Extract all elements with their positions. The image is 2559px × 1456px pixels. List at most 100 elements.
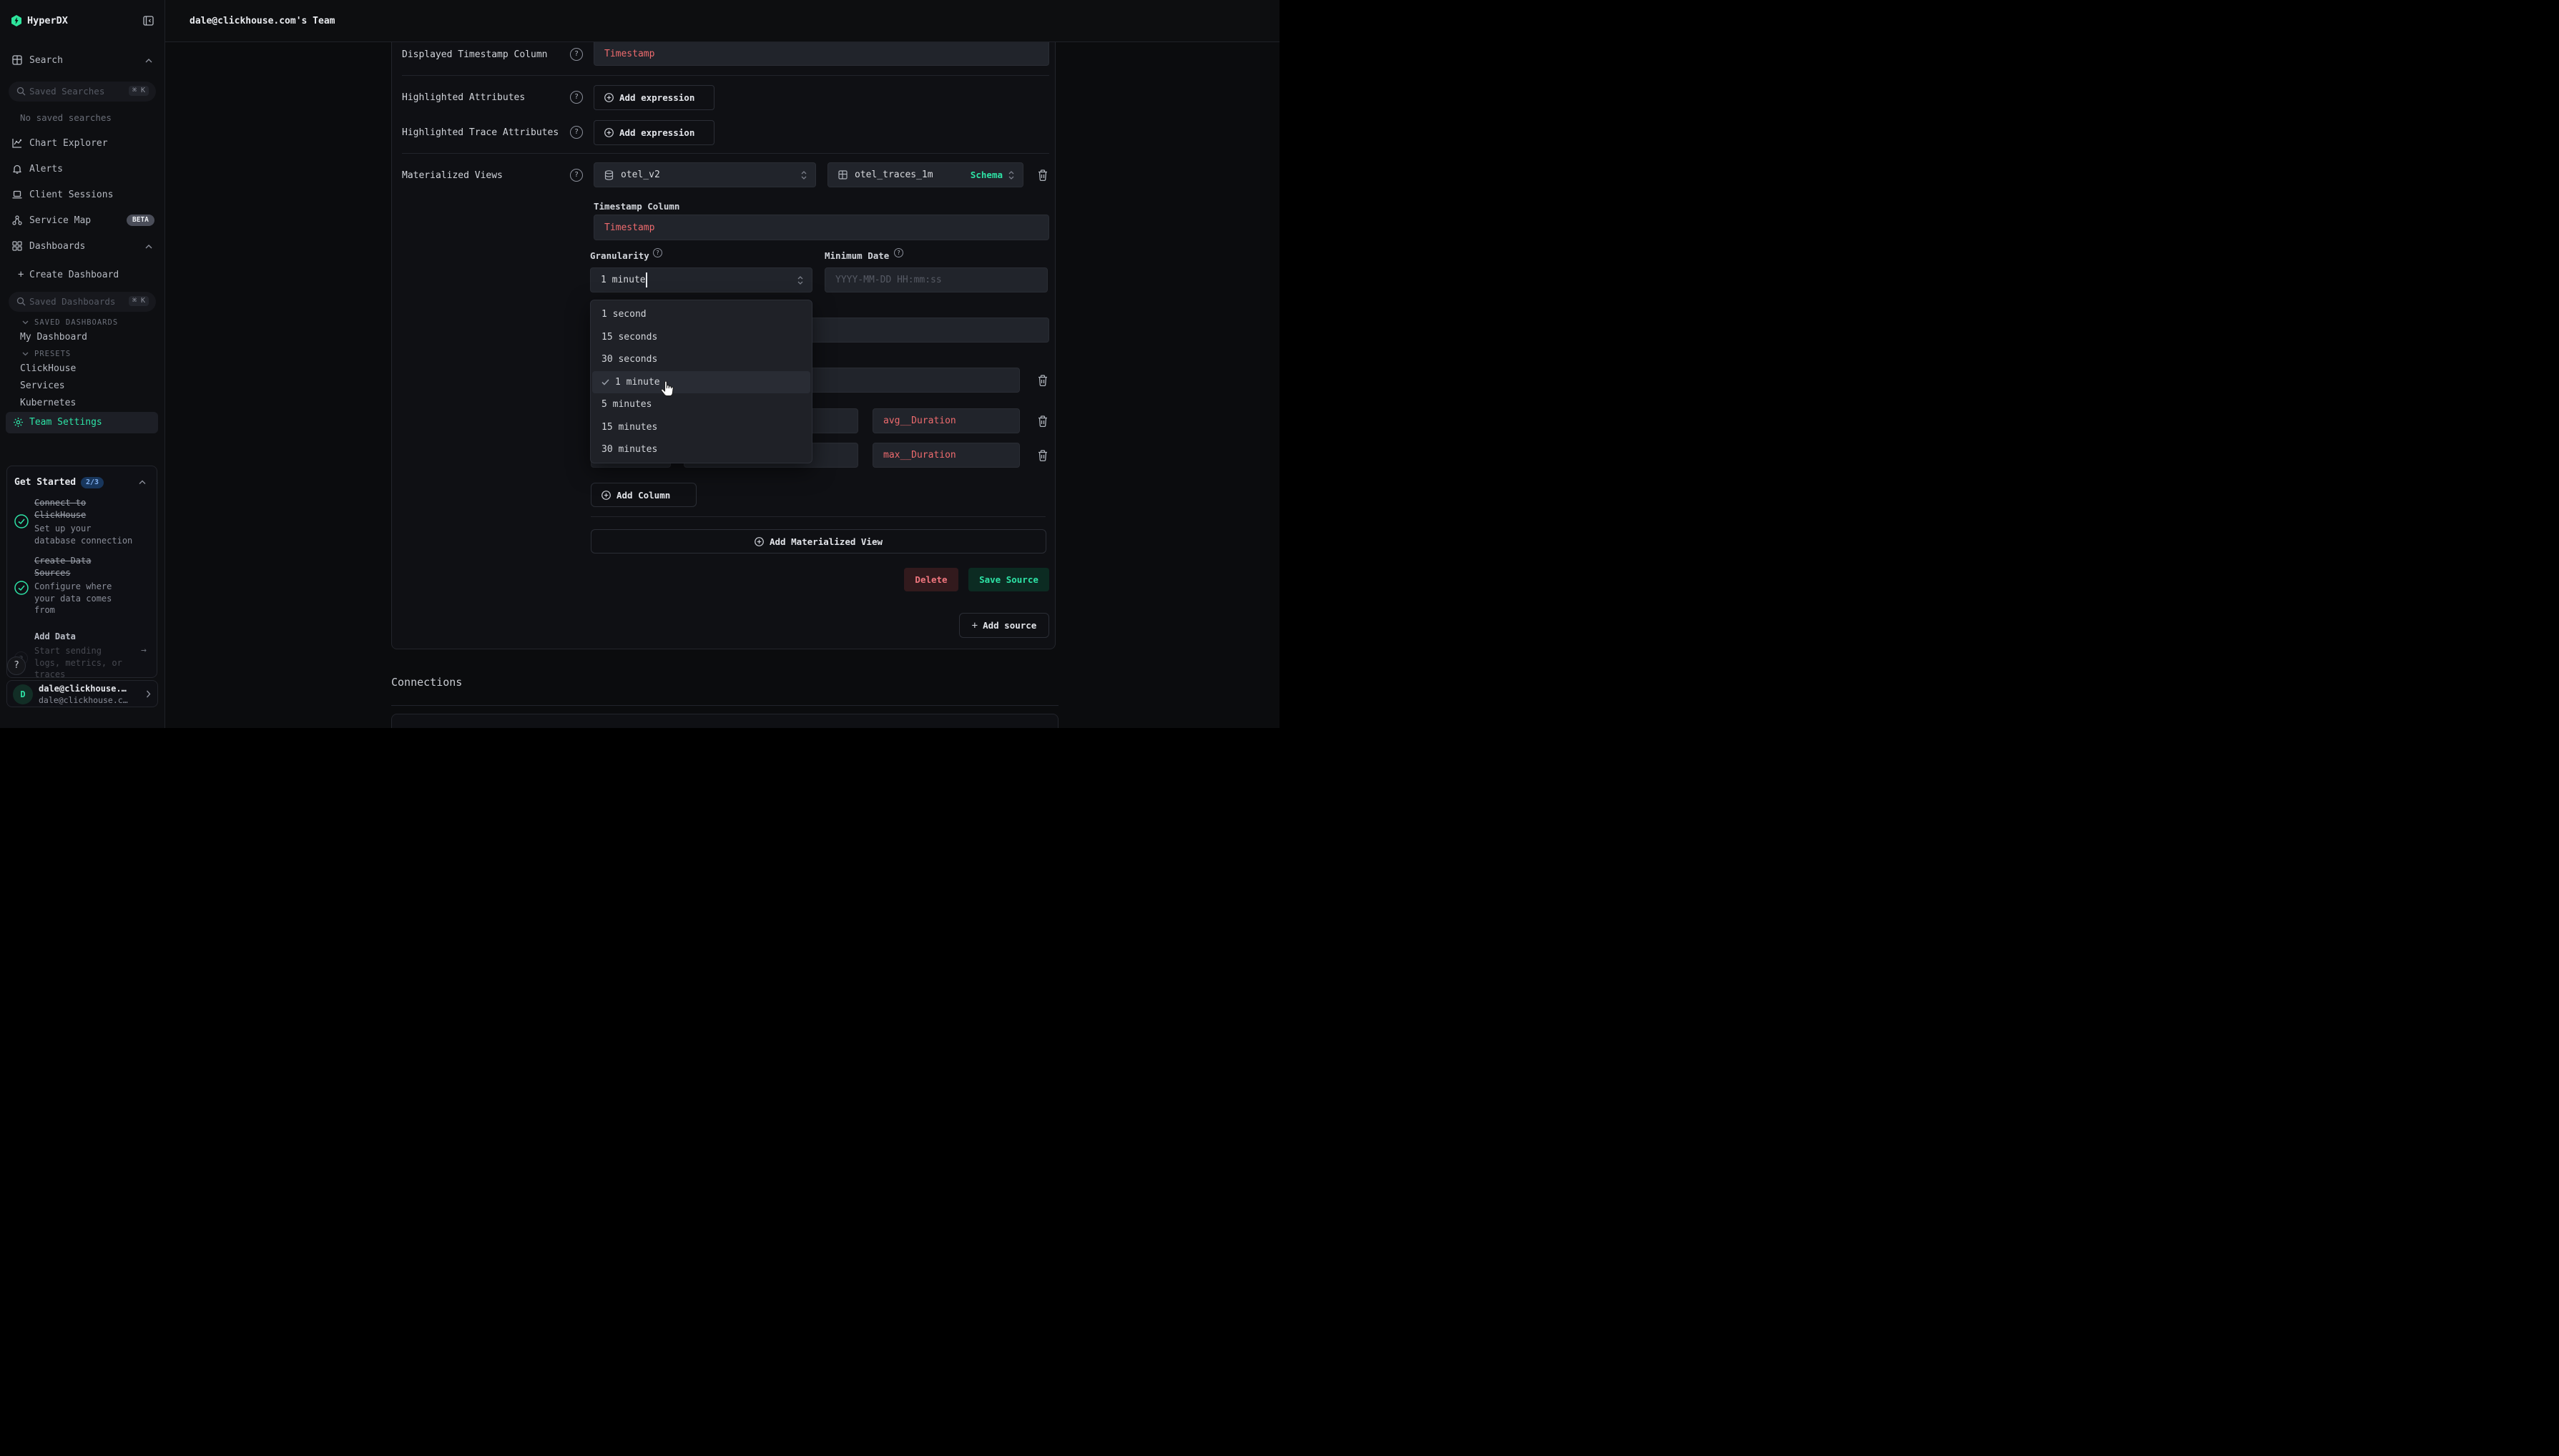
collapse-sidebar-icon[interactable] xyxy=(143,16,154,26)
sidebar-item-kubernetes[interactable]: Kubernetes xyxy=(20,398,76,408)
saved-dashboards-input[interactable]: Saved Dashboards ⌘ K xyxy=(9,292,156,312)
saved-searches-input[interactable]: Saved Searches ⌘ K xyxy=(9,82,156,102)
dropdown-option[interactable]: 15 seconds xyxy=(592,326,810,349)
progress-badge: 2/3 xyxy=(81,477,104,488)
chevron-up-icon[interactable] xyxy=(139,480,146,485)
granularity-select[interactable]: 1 minute xyxy=(590,267,812,292)
sidebar-item-alerts[interactable] xyxy=(0,159,165,179)
beta-badge: BETA xyxy=(127,215,154,226)
option-label: 30 seconds xyxy=(601,354,657,365)
add-source-button[interactable]: + Add source xyxy=(959,613,1049,638)
sidebar-item-label: Service Map xyxy=(29,215,91,226)
trash-icon[interactable] xyxy=(1037,449,1048,462)
divider xyxy=(402,153,1049,154)
check-circle-icon xyxy=(14,514,29,528)
mv-column-alias-input[interactable]: avg__Duration xyxy=(873,408,1020,433)
add-expression-button[interactable]: Add expression xyxy=(594,120,714,145)
displayed-timestamp-input[interactable]: Timestamp xyxy=(594,42,1049,66)
divider xyxy=(391,705,1059,706)
create-dashboard-label: Create Dashboard xyxy=(29,270,119,280)
dashboards-icon xyxy=(12,241,22,251)
bell-icon xyxy=(12,164,22,174)
trash-icon[interactable] xyxy=(1037,415,1048,428)
chevron-right-icon xyxy=(146,690,151,698)
saved-dashboards-placeholder: Saved Dashboards xyxy=(29,296,115,307)
field-label: Granularity xyxy=(590,250,649,261)
unfold-icon xyxy=(800,169,807,181)
help-icon[interactable]: ? xyxy=(653,248,662,257)
sidebar-item-label: Alerts xyxy=(29,164,63,174)
mv-view-select[interactable]: otel_v2 xyxy=(594,162,816,187)
table-icon xyxy=(12,55,22,65)
help-icon[interactable]: ? xyxy=(570,126,583,139)
help-icon[interactable]: ? xyxy=(570,48,583,61)
search-icon xyxy=(16,297,26,306)
dropdown-option[interactable]: 5 minutes xyxy=(592,393,810,416)
no-saved-searches-text: No saved searches xyxy=(20,112,112,123)
trash-icon[interactable] xyxy=(1037,169,1048,182)
delete-button[interactable]: Delete xyxy=(904,568,958,591)
sidebar-item-clickhouse[interactable]: ClickHouse xyxy=(20,363,76,374)
user-menu[interactable]: D dale@clickhouse.… dale@clickhouse.c… xyxy=(6,680,158,707)
select-value: 1 minute xyxy=(601,275,646,285)
sidebar-item-my-dashboard[interactable]: My Dashboard xyxy=(20,332,87,343)
get-started-step-title[interactable]: Create Data Sources xyxy=(34,555,109,579)
help-icon[interactable]: ? xyxy=(570,169,583,182)
sidebar: HyperDX Search Saved Searches ⌘ K No sav… xyxy=(0,0,165,728)
check-circle-icon xyxy=(14,581,29,595)
circle-plus-icon xyxy=(604,128,614,137)
field-label: Minimum Date xyxy=(825,250,889,261)
sidebar-item-search[interactable] xyxy=(0,50,165,70)
schema-link[interactable]: Schema xyxy=(971,169,1013,180)
get-started-title: Get Started xyxy=(14,477,76,488)
text-caret xyxy=(646,272,647,287)
shortcut-badge: ⌘ K xyxy=(129,296,149,306)
chart-explorer-icon xyxy=(12,138,22,148)
get-started-step-subtitle: Set up your database connection xyxy=(34,523,136,546)
team-settings-label: Team Settings xyxy=(29,417,102,428)
add-expression-button[interactable]: Add expression xyxy=(594,85,714,110)
help-icon[interactable]: ? xyxy=(570,91,583,104)
dropdown-option[interactable]: 30 minutes xyxy=(592,438,810,461)
mv-table-select[interactable]: otel_traces_1m Schema xyxy=(827,162,1023,187)
help-button[interactable]: ? xyxy=(7,656,26,675)
chevron-up-icon xyxy=(145,243,152,250)
input-value: Timestamp xyxy=(604,49,654,59)
option-label: 5 minutes xyxy=(601,399,652,410)
page-title: dale@clickhouse.com's Team xyxy=(190,16,335,26)
add-column-button[interactable]: Add Column xyxy=(591,483,697,507)
saved-searches-placeholder: Saved Searches xyxy=(29,86,104,97)
field-label: Highlighted Trace Attributes xyxy=(402,127,559,138)
field-label: Displayed Timestamp Column xyxy=(402,49,548,60)
select-value: otel_v2 xyxy=(621,169,660,180)
help-icon[interactable]: ? xyxy=(894,248,903,257)
get-started-step-title[interactable]: Add Data xyxy=(34,631,76,641)
mv-column-alias-input[interactable]: max__Duration xyxy=(873,443,1020,468)
divider xyxy=(402,75,1049,76)
dropdown-option[interactable]: 1 second xyxy=(592,303,810,326)
arrow-right-icon: → xyxy=(141,645,147,656)
mv-timestamp-input[interactable]: Timestamp xyxy=(594,215,1049,240)
add-materialized-view-button[interactable]: Add Materialized View xyxy=(591,529,1046,554)
button-label: Add Column xyxy=(617,490,670,501)
input-value: max__Duration xyxy=(883,450,956,461)
field-label: Highlighted Attributes xyxy=(402,92,525,103)
chevron-up-icon xyxy=(145,57,152,64)
sidebar-item-services[interactable]: Services xyxy=(20,380,65,391)
save-source-button[interactable]: Save Source xyxy=(968,568,1049,591)
sidebar-item-label: Chart Explorer xyxy=(29,138,108,149)
get-started-panel: Get Started 2/3 Connect to ClickHouse Se… xyxy=(6,466,157,678)
dropdown-option-selected[interactable]: 1 minute xyxy=(592,371,810,394)
field-label: Materialized Views xyxy=(402,170,503,181)
sidebar-item-label: Search xyxy=(29,55,63,66)
unfold-icon xyxy=(1008,169,1015,181)
get-started-step-title[interactable]: Connect to ClickHouse xyxy=(34,497,109,521)
sidebar-item-team-settings[interactable]: Team Settings xyxy=(6,412,158,433)
trash-icon[interactable] xyxy=(1037,374,1048,387)
circle-plus-icon xyxy=(601,491,611,500)
option-label: 15 seconds xyxy=(601,332,657,343)
divider xyxy=(591,516,1046,517)
minimum-date-input[interactable]: YYYY-MM-DD HH:mm:ss xyxy=(825,267,1048,292)
dropdown-option[interactable]: 15 minutes xyxy=(592,416,810,439)
dropdown-option[interactable]: 30 seconds xyxy=(592,348,810,371)
